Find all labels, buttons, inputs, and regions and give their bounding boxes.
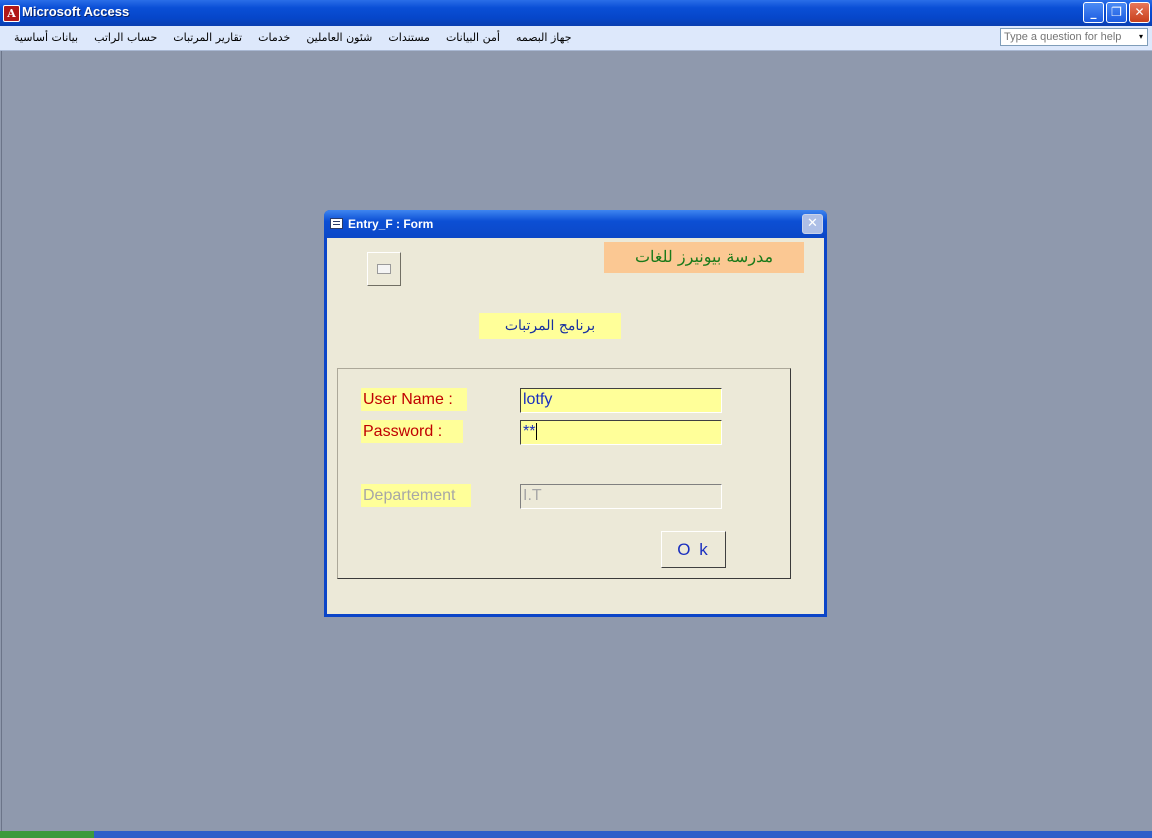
password-value: ** [523, 423, 536, 440]
entry-form-window: Entry_F : Form ✕ مدرسة بيونيرز للغات برن… [324, 210, 827, 617]
menu-item-services[interactable]: خدمات [250, 26, 298, 50]
department-label: Departement [361, 484, 471, 507]
menu-item-data-security[interactable]: أمن البيانات [438, 26, 508, 50]
menu-item-salary-reports[interactable]: تقارير المرتبات [165, 26, 250, 50]
close-button[interactable]: ✕ [1129, 2, 1150, 23]
app-title-bar: A Microsoft Access _ ❐ ✕ [0, 0, 1152, 26]
user-name-field[interactable]: lotfy [520, 388, 722, 413]
start-button-edge[interactable] [0, 831, 94, 838]
form-command-button[interactable] [367, 252, 401, 286]
menu-items: بيانات أساسية حساب الراتب تقارير المرتبا… [6, 26, 580, 50]
menu-item-employee-affairs[interactable]: شئون العاملين [298, 26, 380, 50]
help-search-box[interactable]: ▾ [1000, 28, 1148, 46]
form-title-bar[interactable]: Entry_F : Form ✕ [324, 210, 827, 238]
menu-item-basic-data[interactable]: بيانات أساسية [6, 26, 86, 50]
help-search-input[interactable] [1001, 29, 1133, 45]
chevron-down-icon[interactable]: ▾ [1135, 29, 1147, 45]
text-cursor [536, 423, 538, 441]
user-name-label: User Name : [361, 388, 467, 411]
form-close-button[interactable]: ✕ [802, 214, 823, 234]
menu-item-documents[interactable]: مستندات [380, 26, 438, 50]
app-title: Microsoft Access [22, 4, 130, 19]
access-app-icon[interactable]: A [3, 5, 20, 22]
program-name-label: برنامج المرتبات [479, 313, 621, 339]
menu-bar: بيانات أساسية حساب الراتب تقارير المرتبا… [0, 26, 1152, 51]
menu-item-fingerprint-device[interactable]: جهاز البصمه [508, 26, 580, 50]
password-field[interactable]: ** [520, 420, 722, 445]
form-title: Entry_F : Form [348, 217, 434, 231]
ok-button[interactable]: O k [661, 531, 726, 568]
taskbar-strip [0, 831, 1152, 838]
school-name-label: مدرسة بيونيرز للغات [604, 242, 804, 273]
menu-item-salary-calc[interactable]: حساب الراتب [86, 26, 165, 50]
minimize-button[interactable]: _ [1083, 2, 1104, 23]
form-body: مدرسة بيونيرز للغات برنامج المرتبات User… [327, 238, 824, 614]
department-field: I.T [520, 484, 722, 509]
form-icon [377, 264, 391, 274]
restore-button[interactable]: ❐ [1106, 2, 1127, 23]
form-icon [330, 218, 343, 229]
password-label: Password : [361, 420, 463, 443]
